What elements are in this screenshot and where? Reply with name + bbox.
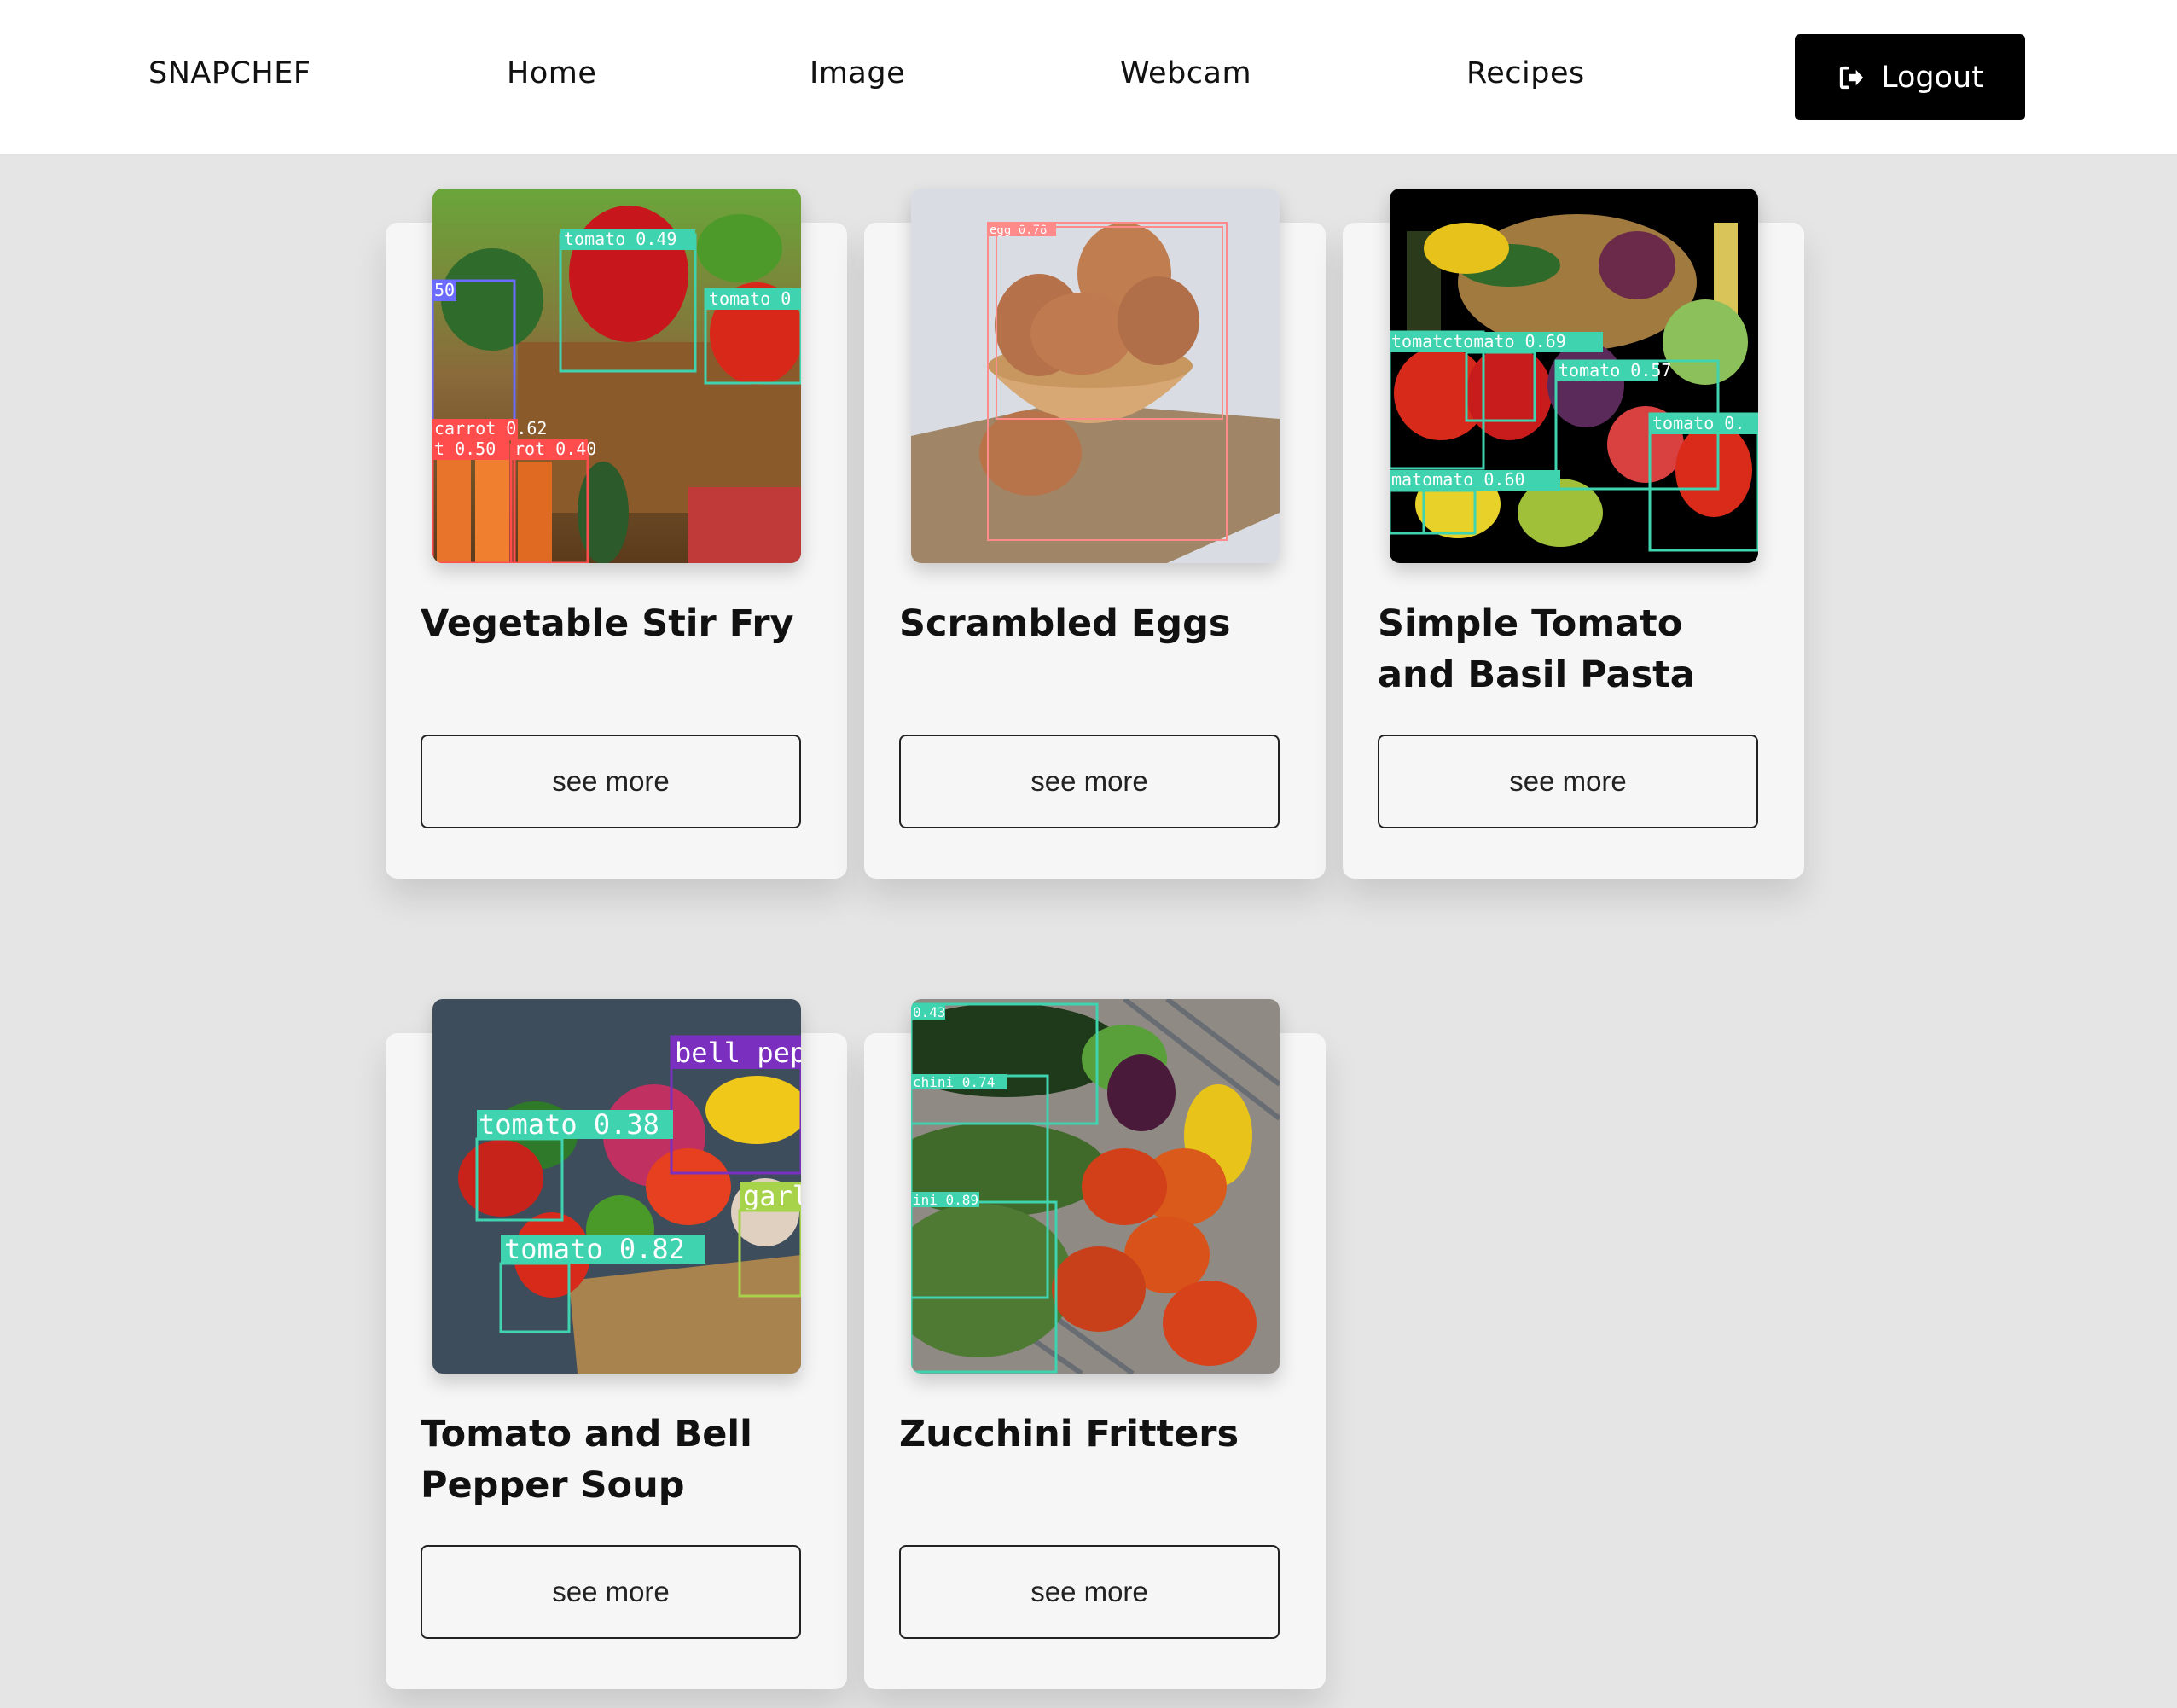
detection-label: tomatctomato 0.69 xyxy=(1391,331,1566,351)
detection-label: bell pep xyxy=(675,1037,801,1069)
detection-label: garl xyxy=(743,1180,801,1212)
nav-webcam[interactable]: Webcam xyxy=(1120,56,1251,90)
detection-label: tomato 0 xyxy=(709,288,791,309)
see-more-button[interactable]: see more xyxy=(899,735,1280,828)
logout-label: Logout xyxy=(1881,60,1983,95)
logout-button[interactable]: Logout xyxy=(1795,34,2025,120)
recipe-image: 0.43 chini 0.74 ini 0.89 xyxy=(911,999,1280,1374)
nav-home[interactable]: Home xyxy=(507,56,596,90)
detection-label: rot 0.40 xyxy=(514,439,596,459)
top-navbar: SNAPCHEF Home Image Webcam Recipes Logou… xyxy=(0,0,2177,154)
detection-label: tomato 0.49 xyxy=(564,229,676,249)
nav-recipes[interactable]: Recipes xyxy=(1466,56,1585,90)
recipe-title: Scrambled Eggs xyxy=(899,602,1231,645)
see-more-button[interactable]: see more xyxy=(899,1545,1280,1639)
detection-label: t 0.50 xyxy=(434,439,496,459)
recipe-card: bell pep tomato 0.38 garl tomato 0.82 To… xyxy=(386,999,847,1689)
logout-icon xyxy=(1839,66,1864,89)
detection-label: tomato 0.57 xyxy=(1559,360,1671,381)
recipe-card: tomato 0.49 tomato 0 50 carrot 0.62 t 0.… xyxy=(386,189,847,879)
nav-image[interactable]: Image xyxy=(810,56,905,90)
detection-label: chini 0.74 xyxy=(913,1074,995,1090)
recipe-image: tomatctomato 0.69 tomato 0.57 tomato 0. … xyxy=(1390,189,1758,563)
recipe-title: Zucchini Fritters xyxy=(899,1413,1239,1455)
recipe-card: egg 0.78 Scrambled Eggs see more xyxy=(864,189,1326,879)
recipe-title: Simple Tomato and Basil Pasta xyxy=(1378,602,1695,696)
recipe-image: egg 0.78 xyxy=(911,189,1280,563)
recipe-title: Vegetable Stir Fry xyxy=(421,602,794,645)
detection-label: tomato 0. xyxy=(1652,413,1745,433)
brand-logo[interactable]: SNAPCHEF xyxy=(148,56,311,90)
detection-label: 50 xyxy=(434,280,455,300)
see-more-button[interactable]: see more xyxy=(421,1545,801,1639)
recipe-title: Tomato and Bell Pepper Soup xyxy=(421,1413,752,1507)
detection-label: matomato 0.60 xyxy=(1391,469,1525,490)
detection-label: 0.43 xyxy=(913,1004,946,1020)
recipe-card: 0.43 chini 0.74 ini 0.89 Zucchini Fritte… xyxy=(864,999,1326,1689)
detection-label: tomato 0.82 xyxy=(504,1233,685,1265)
see-more-button[interactable]: see more xyxy=(1378,735,1758,828)
see-more-button[interactable]: see more xyxy=(421,735,801,828)
detection-label: ini 0.89 xyxy=(913,1192,978,1208)
recipe-image: bell pep tomato 0.38 garl tomato 0.82 xyxy=(432,999,801,1374)
detection-label: egg 0.78 xyxy=(990,224,1047,237)
detection-label: tomato 0.38 xyxy=(479,1108,659,1141)
recipe-image: tomato 0.49 tomato 0 50 carrot 0.62 t 0.… xyxy=(432,189,801,563)
recipe-card: tomatctomato 0.69 tomato 0.57 tomato 0. … xyxy=(1343,189,1804,879)
detection-label: carrot 0.62 xyxy=(434,418,547,439)
